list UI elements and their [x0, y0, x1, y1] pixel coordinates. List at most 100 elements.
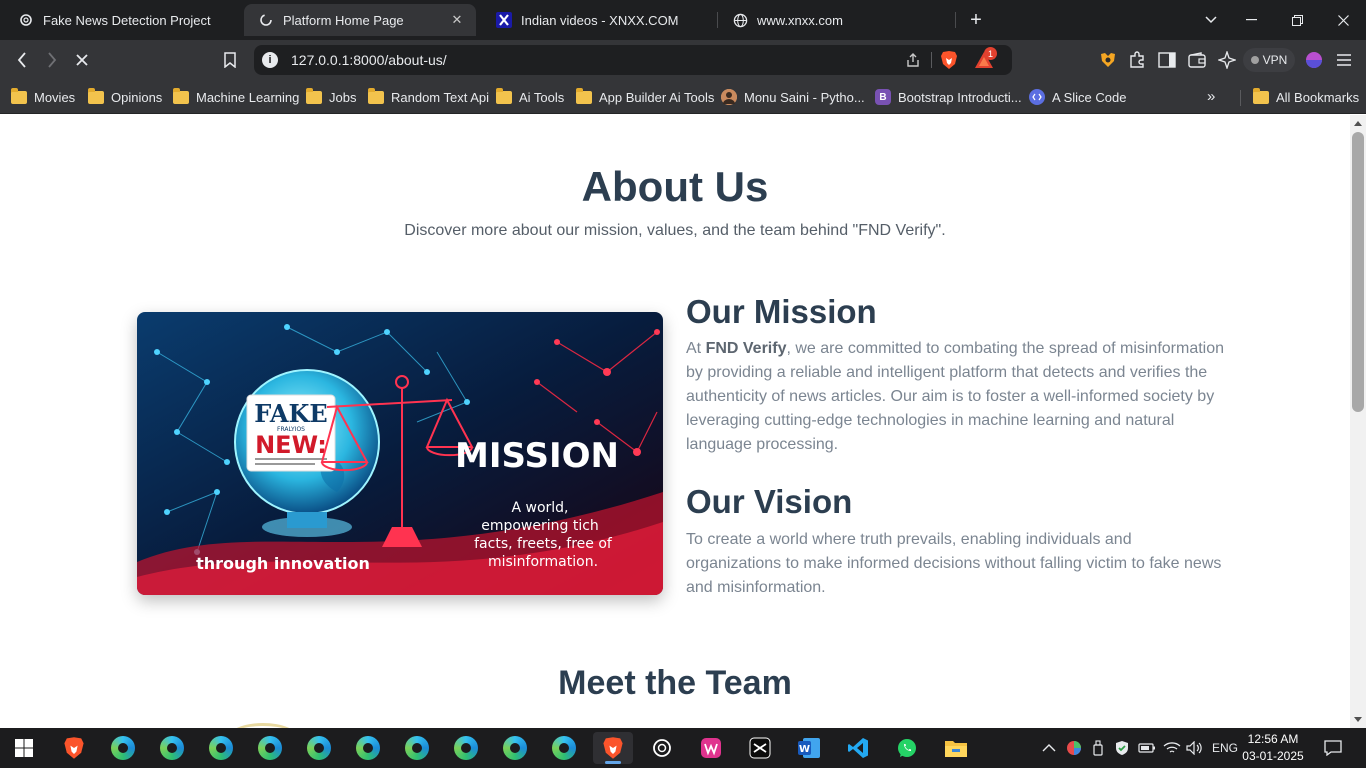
- edge-icon[interactable]: [152, 732, 192, 764]
- wallet-icon[interactable]: [1187, 50, 1207, 70]
- leo-ai-icon[interactable]: [1217, 50, 1237, 70]
- folder-icon: [496, 87, 512, 104]
- close-window-icon[interactable]: [1320, 0, 1366, 40]
- brave-shields-icon[interactable]: [940, 50, 958, 70]
- whatsapp-icon[interactable]: [887, 732, 927, 764]
- wallet-extension-icon[interactable]: [1098, 50, 1118, 70]
- notifications-icon[interactable]: [1324, 728, 1342, 768]
- vision-paragraph: To create a world where truth prevails, …: [686, 531, 1222, 596]
- bookmark-label: Ai Tools: [519, 89, 565, 105]
- bookmark-movies[interactable]: Movies: [11, 87, 75, 107]
- folder-icon: [173, 87, 189, 104]
- usb-device-icon[interactable]: [1092, 728, 1104, 768]
- edge-icon[interactable]: [250, 732, 290, 764]
- bookmark-machine-learning[interactable]: Machine Learning: [173, 87, 299, 107]
- more-bookmarks-icon[interactable]: »: [1207, 88, 1215, 105]
- edge-icon[interactable]: [397, 732, 437, 764]
- page-scrollbar[interactable]: [1350, 115, 1366, 728]
- close-tab-icon[interactable]: ✕: [448, 11, 466, 29]
- tagline-line: A world,: [511, 500, 568, 516]
- battery-icon[interactable]: [1138, 728, 1156, 768]
- edge-icon[interactable]: [103, 732, 143, 764]
- minimize-icon[interactable]: [1228, 0, 1274, 40]
- show-hidden-icons[interactable]: [1042, 728, 1056, 768]
- vpn-button[interactable]: VPN: [1243, 48, 1295, 72]
- all-bookmarks-folder[interactable]: All Bookmarks: [1253, 87, 1359, 107]
- bookmark-jobs[interactable]: Jobs: [306, 87, 356, 107]
- extensions-icon[interactable]: [1127, 50, 1147, 70]
- profile-avatar[interactable]: [1304, 50, 1324, 70]
- scroll-down-icon[interactable]: [1354, 717, 1362, 722]
- edge-icon[interactable]: [299, 732, 339, 764]
- clock-date: 03-01-2025: [1242, 749, 1304, 763]
- stop-loading-icon[interactable]: [70, 48, 94, 72]
- folder-icon: [11, 87, 27, 104]
- word-icon[interactable]: W: [789, 732, 829, 764]
- folder-icon: [88, 87, 104, 104]
- chatgpt-icon: [18, 12, 34, 28]
- back-icon[interactable]: [10, 48, 34, 72]
- bookmark-label: Monu Saini - Pytho...: [744, 89, 865, 105]
- brave-rewards-icon[interactable]: 1: [974, 47, 997, 70]
- bookmark-random-text-api[interactable]: Random Text Api: [368, 87, 489, 107]
- scroll-up-icon[interactable]: [1354, 121, 1362, 126]
- vscode-icon[interactable]: [838, 732, 878, 764]
- chatgpt-icon[interactable]: [642, 732, 682, 764]
- bootstrap-icon: B: [875, 89, 891, 105]
- bookmark-opinions[interactable]: Opinions: [88, 87, 162, 107]
- tab-xnxx[interactable]: www.xnxx.com: [718, 4, 950, 36]
- edge-icon[interactable]: [201, 732, 241, 764]
- edge-icon[interactable]: [348, 732, 388, 764]
- scroll-thumb[interactable]: [1352, 132, 1364, 412]
- brave-icon[interactable]: [593, 732, 633, 764]
- mission-image-title: MISSION: [455, 436, 619, 476]
- wifi-icon[interactable]: [1163, 728, 1181, 768]
- bookmark-monu-saini[interactable]: Monu Saini - Pytho...: [721, 87, 865, 107]
- color-app-tray-icon[interactable]: [1066, 728, 1082, 768]
- language-indicator[interactable]: ENG: [1212, 728, 1238, 768]
- brave-icon[interactable]: [54, 732, 94, 764]
- menu-icon[interactable]: [1334, 50, 1354, 70]
- site-info-icon[interactable]: i: [262, 52, 278, 68]
- tab-title: Indian videos - XNXX.COM: [521, 12, 679, 28]
- bookmark-icon[interactable]: [218, 48, 242, 72]
- bookmark-ai-tools[interactable]: Ai Tools: [496, 87, 564, 107]
- tab-platform-home[interactable]: Platform Home Page ✕: [244, 4, 476, 36]
- capcut-icon[interactable]: [740, 732, 780, 764]
- bookmark-label: App Builder Ai Tools: [599, 89, 715, 105]
- bookmark-bootstrap[interactable]: B Bootstrap Introducti...: [875, 87, 1022, 107]
- security-shield-icon[interactable]: [1114, 728, 1130, 768]
- wamp-icon[interactable]: [691, 732, 731, 764]
- volume-icon[interactable]: [1186, 728, 1204, 768]
- system-clock[interactable]: 12:56 AM 03-01-2025: [1240, 731, 1306, 765]
- restore-icon[interactable]: [1274, 0, 1320, 40]
- file-explorer-icon[interactable]: [936, 732, 976, 764]
- tab-indian-videos[interactable]: Indian videos - XNXX.COM: [482, 4, 714, 36]
- page-subtitle: Discover more about our mission, values,…: [404, 222, 946, 239]
- edge-icon[interactable]: [446, 732, 486, 764]
- new-tab-button[interactable]: +: [964, 8, 988, 32]
- edge-icon[interactable]: [495, 732, 535, 764]
- tagline-line: facts, freets, free of: [474, 536, 613, 552]
- mission-lead: At: [686, 340, 706, 357]
- start-icon[interactable]: [4, 732, 44, 764]
- url-text[interactable]: 127.0.0.1:8000/about-us/: [291, 52, 447, 68]
- bookmark-a-slice-code[interactable]: A Slice Code: [1029, 87, 1126, 107]
- bookmark-app-builder[interactable]: App Builder Ai Tools: [576, 87, 714, 107]
- sidebar-icon[interactable]: [1157, 50, 1177, 70]
- page-content: About Us Discover more about our mission…: [0, 115, 1350, 728]
- edge-icon[interactable]: [544, 732, 584, 764]
- windows-taskbar: W ENG 12:56 AM 03-01-2025: [0, 728, 1366, 768]
- new-text: NEW:: [255, 431, 327, 459]
- bottom-text: through innovation: [196, 554, 370, 573]
- folder-icon: [368, 87, 384, 104]
- share-icon[interactable]: [904, 51, 922, 69]
- page-title: About Us: [581, 163, 769, 210]
- team-heading: Meet the Team: [558, 664, 792, 702]
- bookmark-label: Bootstrap Introducti...: [898, 89, 1022, 105]
- address-bar[interactable]: i 127.0.0.1:8000/about-us/ 1: [254, 45, 1012, 75]
- forward-icon[interactable]: [40, 48, 64, 72]
- tab-fake-news-project[interactable]: Fake News Detection Project: [4, 4, 240, 36]
- vpn-label: VPN: [1262, 53, 1288, 67]
- vision-heading: Our Vision: [686, 483, 853, 520]
